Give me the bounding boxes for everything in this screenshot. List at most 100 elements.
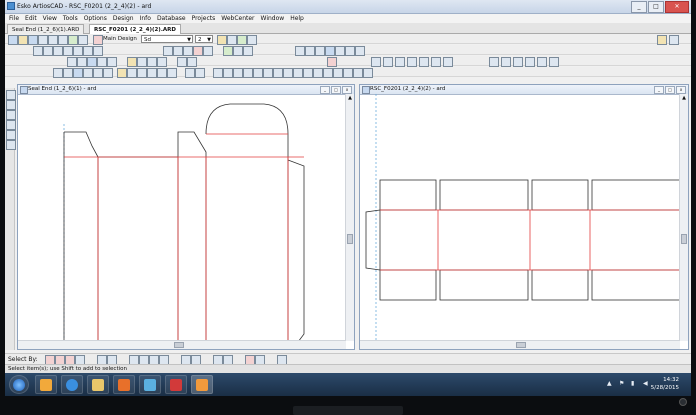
array-tool-icon[interactable]: [525, 57, 535, 67]
rubber-tool-icon[interactable]: [103, 68, 113, 78]
connect-tool-icon[interactable]: [177, 57, 187, 67]
lasso-select-icon[interactable]: [243, 68, 253, 78]
layout-tool-icon[interactable]: [73, 68, 83, 78]
notch-tool-icon[interactable]: [107, 57, 117, 67]
line-tool-icon[interactable]: [33, 46, 43, 56]
taskbar-artioscad[interactable]: [191, 375, 213, 394]
polygon-draw-icon[interactable]: [407, 57, 417, 67]
table-tool-icon[interactable]: [53, 68, 63, 78]
nick-tool-icon[interactable]: [137, 68, 147, 78]
line-type-dropdown[interactable]: Sd ▼: [141, 35, 193, 43]
menu-design[interactable]: Design: [113, 14, 134, 23]
redo-icon[interactable]: [58, 35, 68, 45]
taskbar-outlook[interactable]: [35, 375, 57, 394]
new-file-icon[interactable]: [8, 35, 18, 45]
minimize-button[interactable]: _: [631, 1, 647, 13]
menu-webcenter[interactable]: WebCenter: [221, 14, 254, 23]
hide-icon[interactable]: [303, 68, 313, 78]
scroll-thumb[interactable]: [516, 342, 526, 348]
rect-draw-icon[interactable]: [395, 57, 405, 67]
zigzag-draw-icon[interactable]: [443, 57, 453, 67]
curve-tool-icon[interactable]: [295, 46, 305, 56]
taskbar-office[interactable]: [113, 375, 135, 394]
chamfer-tool-icon[interactable]: [345, 46, 355, 56]
pane-seal-end[interactable]: Seal End (1_2_6)(1) - ard _ □ x ▲: [17, 84, 355, 350]
menu-view[interactable]: View: [43, 14, 57, 23]
menu-options[interactable]: Options: [84, 14, 107, 23]
circle-draw-icon[interactable]: [383, 57, 393, 67]
select-tool-icon[interactable]: [243, 46, 253, 56]
measure-tool-icon[interactable]: [203, 46, 213, 56]
close-button[interactable]: ✕: [665, 1, 689, 13]
front-icon[interactable]: [323, 68, 333, 78]
scroll-thumb[interactable]: [174, 342, 184, 348]
scroll-thumb[interactable]: [681, 234, 687, 244]
pane-minimize-button[interactable]: _: [654, 86, 664, 94]
fillet-tool-icon[interactable]: [335, 46, 345, 56]
window-select-icon[interactable]: [233, 68, 243, 78]
speaker-icon[interactable]: ◀: [643, 380, 648, 387]
node-tool-icon[interactable]: [305, 46, 315, 56]
align-tool-icon[interactable]: [537, 57, 547, 67]
menu-projects[interactable]: Projects: [192, 14, 216, 23]
info-icon[interactable]: [227, 35, 237, 45]
perforation-tool-icon[interactable]: [147, 57, 157, 67]
delete-icon[interactable]: [253, 68, 263, 78]
open-folder-icon[interactable]: [18, 35, 28, 45]
group-icon[interactable]: [263, 68, 273, 78]
arc-tool-icon[interactable]: [53, 46, 63, 56]
text-tool-icon[interactable]: [163, 46, 173, 56]
zoom-in-icon[interactable]: [6, 90, 16, 100]
flap-tool-icon[interactable]: [67, 57, 77, 67]
tuck-tool-icon[interactable]: [77, 57, 87, 67]
pointage-dropdown[interactable]: 2 ▼: [195, 35, 213, 43]
distribute-tool-icon[interactable]: [549, 57, 559, 67]
snap-icon[interactable]: [343, 68, 353, 78]
dimension-tool-icon[interactable]: [173, 46, 183, 56]
grid-snap-icon[interactable]: [363, 68, 373, 78]
split-tool-icon[interactable]: [187, 57, 197, 67]
trim-tool-icon[interactable]: [93, 46, 103, 56]
unlock-icon[interactable]: [293, 68, 303, 78]
ortho-icon[interactable]: [353, 68, 363, 78]
help-icon[interactable]: [657, 35, 667, 45]
move-tool-icon[interactable]: [501, 57, 511, 67]
menu-window[interactable]: Window: [261, 14, 285, 23]
zoom-window-icon[interactable]: [6, 110, 16, 120]
zoom-out-icon[interactable]: [6, 100, 16, 110]
pane-restore-button[interactable]: □: [665, 86, 675, 94]
zoom-icon[interactable]: [68, 35, 78, 45]
scroll-up-icon[interactable]: ▲: [346, 94, 354, 102]
settings-icon[interactable]: [669, 35, 679, 45]
rule-tool-icon[interactable]: [157, 68, 167, 78]
show-icon[interactable]: [313, 68, 323, 78]
lock-icon[interactable]: [283, 68, 293, 78]
taskbar-ie[interactable]: [61, 375, 83, 394]
pick-tool-icon[interactable]: [223, 68, 233, 78]
adobe-icon[interactable]: [327, 57, 337, 67]
menu-tools[interactable]: Tools: [63, 14, 78, 23]
angle-tool-icon[interactable]: [43, 46, 53, 56]
mirror-tool-icon[interactable]: [83, 46, 93, 56]
spline-draw-icon[interactable]: [431, 57, 441, 67]
sheet-tool-icon[interactable]: [83, 68, 93, 78]
menu-info[interactable]: Info: [140, 14, 151, 23]
ungroup-icon[interactable]: [273, 68, 283, 78]
pane-restore-button[interactable]: □: [331, 86, 341, 94]
link-tool-icon[interactable]: [233, 46, 243, 56]
scale-tool-icon[interactable]: [489, 57, 499, 67]
pane-rsc[interactable]: RSC_F0201 (2_2_4)(2) - ard _ □ x ▲: [359, 84, 689, 350]
check-icon[interactable]: [237, 35, 247, 45]
copy-tool-icon[interactable]: [513, 57, 523, 67]
break-tool-icon[interactable]: [325, 46, 335, 56]
menu-edit[interactable]: Edit: [25, 14, 37, 23]
mfg-tool-icon[interactable]: [195, 68, 205, 78]
report-tool-icon[interactable]: [63, 68, 73, 78]
fill-tool-icon[interactable]: [223, 46, 233, 56]
join-tool-icon[interactable]: [315, 46, 325, 56]
scroll-up-icon[interactable]: ▲: [680, 94, 688, 102]
vertical-scrollbar[interactable]: ▲: [679, 94, 688, 341]
offset-tool-icon[interactable]: [73, 46, 83, 56]
start-button[interactable]: [9, 375, 29, 394]
panel-tool-icon[interactable]: [87, 57, 97, 67]
